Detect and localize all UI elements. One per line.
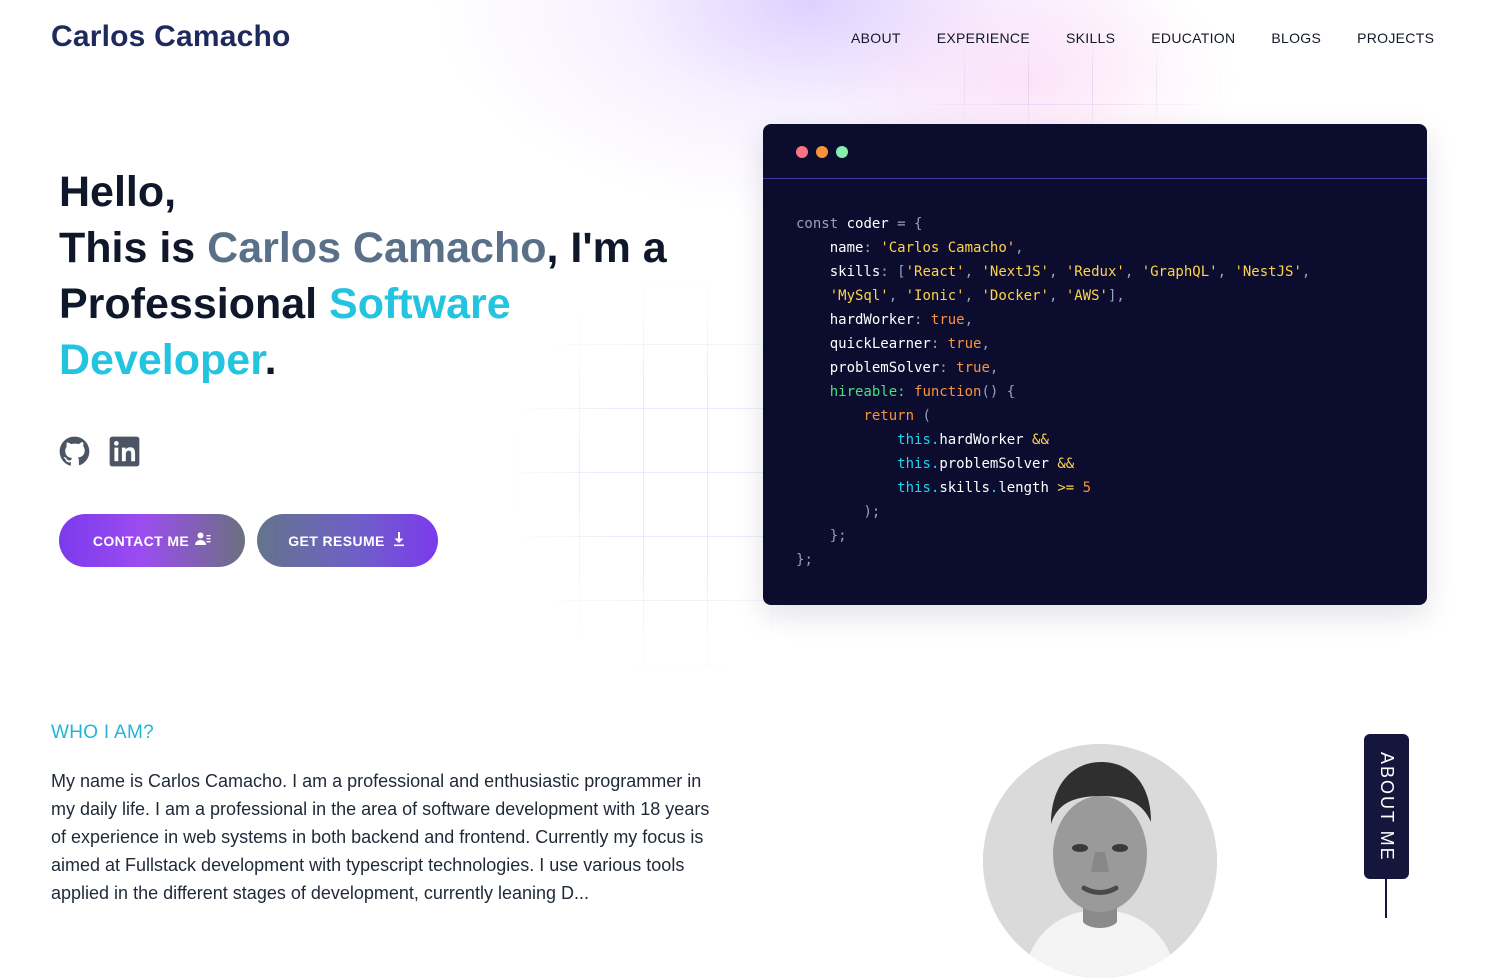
nav-link-skills[interactable]: SKILLS bbox=[1066, 29, 1115, 47]
code-snippet: const coder = { name: 'Carlos Camacho', … bbox=[796, 216, 1311, 568]
brand-logo[interactable]: Carlos Camacho bbox=[51, 20, 291, 54]
window-dot-red bbox=[796, 146, 808, 158]
window-dot-green bbox=[836, 146, 848, 158]
main-nav: ABOUT EXPERIENCE SKILLS EDUCATION BLOGS … bbox=[851, 29, 1434, 47]
code-window-header bbox=[763, 124, 1427, 179]
nav-link-projects[interactable]: PROJECTS bbox=[1357, 29, 1434, 47]
get-resume-label: GET RESUME bbox=[288, 532, 385, 549]
contact-me-label: CONTACT ME bbox=[92, 532, 190, 549]
code-window: const coder = { name: 'Carlos Camacho', … bbox=[763, 124, 1427, 605]
social-links bbox=[59, 436, 140, 467]
hero-period: . bbox=[264, 336, 277, 384]
window-dot-orange bbox=[816, 146, 828, 158]
hero-intro-prefix: This is bbox=[59, 224, 208, 272]
nav-link-experience[interactable]: EXPERIENCE bbox=[937, 29, 1030, 47]
github-icon[interactable] bbox=[59, 436, 90, 467]
hero-intro-suffix: , I'm a bbox=[546, 224, 667, 272]
hero-name: Carlos Camacho bbox=[207, 224, 547, 272]
get-resume-button[interactable]: GET RESUME bbox=[257, 514, 438, 567]
hero-greeting: Hello, bbox=[59, 168, 177, 216]
profile-photo bbox=[983, 744, 1217, 978]
nav-link-education[interactable]: EDUCATION bbox=[1151, 29, 1235, 47]
about-me-tab[interactable]: ABOUT ME bbox=[1364, 734, 1409, 879]
nav-link-about[interactable]: ABOUT bbox=[851, 29, 901, 47]
about-heading: WHO I AM? bbox=[51, 722, 154, 743]
about-tab-line bbox=[1385, 879, 1387, 918]
nav-link-blogs[interactable]: BLOGS bbox=[1271, 29, 1321, 47]
about-me-label: ABOUT ME bbox=[1377, 751, 1397, 862]
hero-professional: Professional bbox=[59, 280, 330, 328]
user-list-icon bbox=[195, 531, 211, 550]
about-paragraph: My name is Carlos Camacho. I am a profes… bbox=[51, 771, 710, 903]
hero-title: Hello, This is Carlos Camacho, I'm a Profe… bbox=[59, 164, 699, 388]
linkedin-icon[interactable] bbox=[109, 436, 140, 467]
download-icon bbox=[391, 531, 407, 550]
contact-me-button[interactable]: CONTACT ME bbox=[59, 514, 245, 567]
